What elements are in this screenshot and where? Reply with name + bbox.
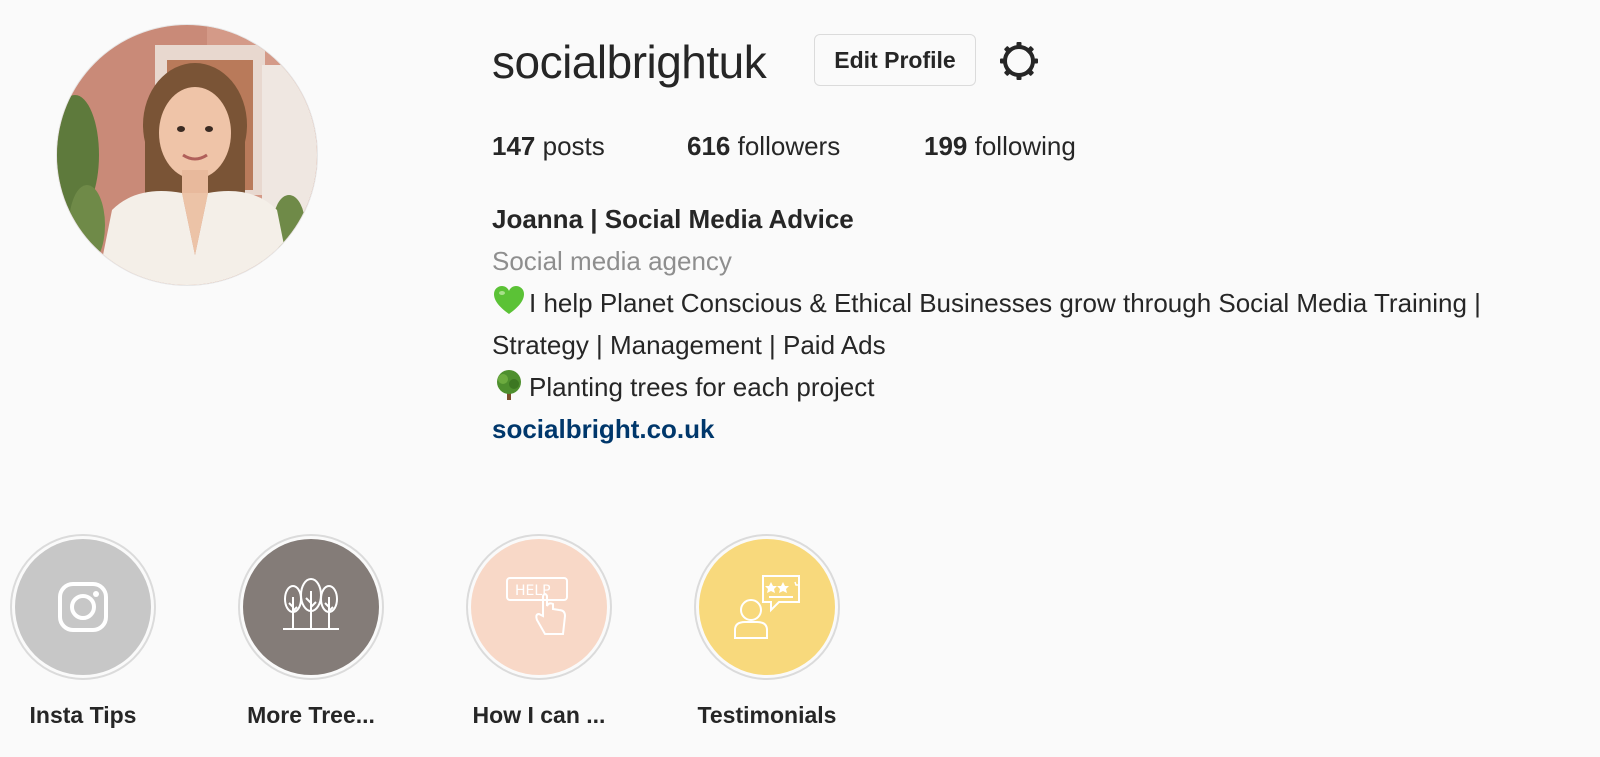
tree-icon [497, 370, 521, 400]
testimonial-icon [734, 575, 800, 639]
bio-line-2: Planting trees for each project [492, 366, 1572, 408]
followers-label: followers [737, 131, 841, 161]
highlight-more-trees[interactable]: More Tree... [238, 534, 466, 729]
bio-line-1-text: I help Planet Conscious & Ethical Busine… [492, 288, 1481, 360]
posts-count: 147 posts [492, 128, 687, 164]
bio: Joanna | Social Media Advice Social medi… [492, 198, 1572, 450]
highlight-testimonials[interactable]: Testimonials [694, 534, 922, 729]
highlight-cover [243, 539, 379, 675]
avatar[interactable] [57, 25, 317, 285]
svg-text:HELP: HELP [515, 583, 551, 599]
highlight-insta-tips[interactable]: Insta Tips [10, 534, 238, 729]
settings-gear-icon[interactable] [997, 39, 1041, 83]
highlight-ring [238, 534, 384, 680]
highlight-label: How I can ... [472, 702, 606, 728]
bio-line-1: I help Planet Conscious & Ethical Busine… [492, 282, 1572, 366]
green-heart-icon [494, 286, 524, 314]
highlight-ring: HELP [466, 534, 612, 680]
profile-stats: 147 posts 616 followers 199 following [492, 128, 1076, 164]
highlight-label: More Tree... [247, 702, 375, 728]
bio-line-2-text: Planting trees for each project [529, 372, 875, 402]
username: socialbrightuk [492, 36, 767, 88]
highlight-cover [699, 539, 835, 675]
edit-profile-button[interactable]: Edit Profile [814, 34, 976, 86]
posts-number: 147 [492, 131, 536, 161]
avatar-photo [57, 25, 317, 285]
instagram-icon [58, 582, 108, 632]
highlight-cover: HELP [471, 539, 607, 675]
profile-page: socialbrightuk Edit Profile 147 posts 61… [0, 0, 1600, 757]
highlight-how-i-can[interactable]: HELP How I can ... [466, 534, 694, 729]
display-name: Joanna | Social Media Advice [492, 204, 854, 234]
website-link[interactable]: socialbright.co.uk [492, 408, 715, 450]
highlight-cover [15, 539, 151, 675]
category-label: Social media agency [492, 246, 732, 276]
following-label: following [974, 131, 1076, 161]
followers-link[interactable]: 616 followers [687, 128, 924, 164]
posts-label: posts [542, 131, 605, 161]
following-number: 199 [924, 131, 968, 161]
highlight-ring [10, 534, 156, 680]
following-link[interactable]: 199 following [924, 128, 1076, 164]
story-highlights: Insta Tips More Tree... HELP How I can .… [10, 534, 922, 729]
highlight-ring [694, 534, 840, 680]
trees-icon [283, 578, 339, 630]
highlight-label: Testimonials [697, 702, 837, 728]
highlight-label: Insta Tips [29, 702, 137, 728]
help-hand-icon: HELP [506, 577, 568, 635]
followers-number: 616 [687, 131, 731, 161]
